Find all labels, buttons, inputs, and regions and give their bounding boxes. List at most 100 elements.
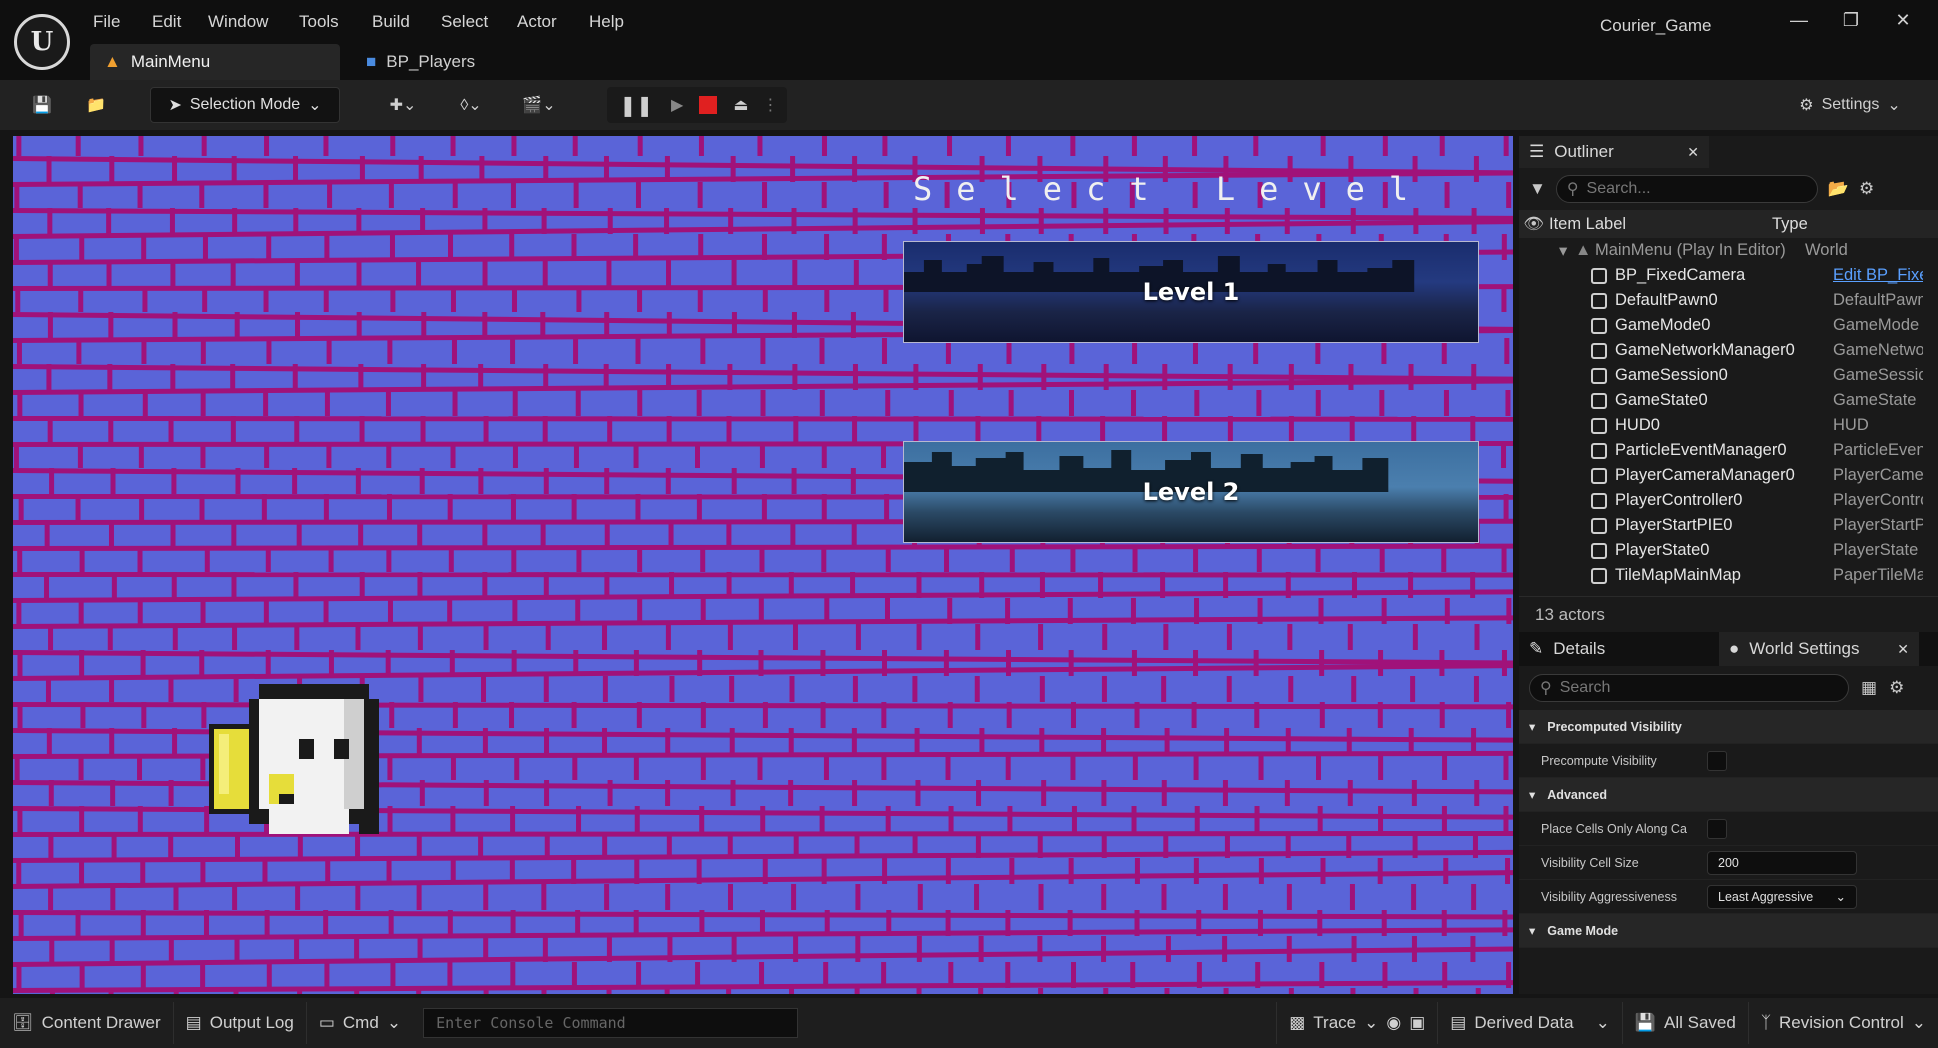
trace-label: Trace [1313, 1013, 1357, 1032]
hud-icon [1591, 417, 1607, 434]
add-actor-icon[interactable]: ✚⌄ [378, 87, 428, 123]
cinematics-icon[interactable]: 🎬⌄ [514, 87, 564, 123]
level-1-button[interactable]: Level 1 [903, 241, 1479, 343]
outliner-item[interactable]: GameMode0 GameMode [1519, 313, 1938, 338]
blueprint-menu-icon[interactable]: ◊⌄ [446, 87, 496, 123]
outliner-item[interactable]: HUD0 HUD [1519, 413, 1938, 438]
level-viewport[interactable]: Select Level Level 1 Level 2 [13, 136, 1513, 994]
add-folder-icon[interactable]: 📂 [1828, 179, 1849, 199]
details-property-row[interactable]: Place Cells Only Along Ca... [1519, 812, 1938, 846]
chevron-down-icon: ⌄ [1887, 97, 1901, 114]
content-drawer-button[interactable]: 🗄 Content Drawer [0, 1002, 174, 1044]
gear-icon[interactable]: ⚙ [1859, 179, 1874, 199]
selection-mode-dropdown[interactable]: ➤ Selection Mode ⌄ [150, 87, 340, 123]
close-icon[interactable]: ✕ [1897, 641, 1909, 658]
details-section-header[interactable]: ▾ Precomputed Visibility [1519, 710, 1938, 744]
checkbox[interactable] [1707, 818, 1727, 839]
details-search-input[interactable]: ⚲ Search [1529, 674, 1849, 702]
visibility-eye-icon[interactable]: 👁 [1519, 215, 1549, 234]
numeric-field[interactable]: 200 [1707, 850, 1857, 875]
outliner-item-label: GameNetworkManager0 [1591, 341, 1823, 360]
outliner-tab[interactable]: ☰ Outliner ✕ [1519, 136, 1709, 168]
outliner-item[interactable]: PlayerState0 PlayerState [1519, 538, 1938, 563]
details-section-header[interactable]: ▾ Advanced [1519, 778, 1938, 812]
gear-icon[interactable]: ⚙ [1889, 678, 1904, 698]
expand-arrow-icon[interactable]: ▾ [1529, 719, 1535, 734]
level-icon: ▲ [104, 52, 121, 71]
screenshot-icon[interactable]: ▣ [1409, 1013, 1425, 1033]
expand-arrow-icon[interactable]: ▾ [1559, 241, 1575, 261]
pause-icon[interactable]: ❚❚ [620, 93, 654, 118]
table-view-icon[interactable]: ▦ [1861, 678, 1877, 698]
tab-bp-players[interactable]: ■ BP_Players [352, 44, 552, 80]
outliner-item[interactable]: BP_FixedCamera Edit BP_Fixe [1519, 263, 1938, 288]
unreal-logo-icon[interactable]: U [14, 14, 70, 70]
select-dropdown[interactable]: Least Aggressive ⌄ [1707, 884, 1857, 909]
outliner-item-type: PlayerCamer [1833, 466, 1923, 484]
menu-select[interactable]: Select [441, 12, 488, 32]
tab-world-settings[interactable]: ● World Settings ✕ [1719, 632, 1919, 666]
outliner-item-type: GameNetwor [1833, 341, 1923, 359]
outliner-item-name: GameMode0 [1615, 316, 1711, 334]
menu-window[interactable]: Window [208, 12, 268, 32]
expand-arrow-icon[interactable]: ▾ [1529, 923, 1535, 938]
console-command-input[interactable]: Enter Console Command [423, 1008, 799, 1038]
menu-actor[interactable]: Actor [517, 12, 557, 32]
details-property-label: Advanced [1547, 787, 1608, 802]
restore-icon[interactable]: ❐ [1836, 10, 1866, 31]
level-2-button[interactable]: Level 2 [903, 441, 1479, 543]
settings-button[interactable]: ⚙ Settings ⌄ [1790, 87, 1910, 123]
minimize-icon[interactable]: — [1784, 10, 1814, 31]
step-icon[interactable]: ▶ [671, 95, 683, 115]
revision-control-dropdown[interactable]: ᛉ Revision Control ⌄ [1749, 1002, 1938, 1044]
tab-details[interactable]: ✎ Details [1519, 632, 1719, 666]
outliner-item[interactable]: ParticleEventManager0 ParticleEvent [1519, 438, 1938, 463]
all-saved-button[interactable]: 💾 All Saved [1623, 1002, 1749, 1044]
outliner-item[interactable]: PlayerCameraManager0 PlayerCamer [1519, 463, 1938, 488]
right-side-panel: ☰ Outliner ✕ ▼ ⚲ Search... 📂 ⚙ 👁 Item La… [1519, 136, 1938, 994]
eject-icon[interactable]: ⏏ [733, 95, 748, 115]
outliner-item[interactable]: PlayerController0 PlayerContrc [1519, 488, 1938, 513]
tab-mainmenu[interactable]: ▲ MainMenu [90, 44, 340, 80]
outliner-title: Outliner [1554, 142, 1614, 161]
close-icon[interactable]: ✕ [1687, 144, 1699, 161]
derived-data-dropdown[interactable]: ▤ Derived Data ⌄ [1438, 1002, 1623, 1044]
outliner-item-type[interactable]: Edit BP_Fixe [1823, 266, 1923, 285]
more-options-icon[interactable]: ⋮ [762, 95, 778, 115]
chevron-down-icon: ⌄ [1835, 890, 1846, 904]
column-type[interactable]: Type [1764, 215, 1808, 234]
details-section-header[interactable]: ▾ Game Mode [1519, 914, 1938, 948]
outliner-item[interactable]: DefaultPawn0 DefaultPawn [1519, 288, 1938, 313]
trace-dropdown[interactable]: ▩ Trace ⌄ ◉ ▣ [1277, 1002, 1439, 1044]
browse-content-icon[interactable]: 📁 [76, 87, 116, 123]
menu-tools[interactable]: Tools [299, 12, 339, 32]
filter-icon[interactable]: ▼ [1529, 179, 1546, 199]
cmd-dropdown[interactable]: ▭ Cmd ⌄ [307, 1002, 413, 1044]
expand-arrow-icon[interactable]: ▾ [1529, 787, 1535, 802]
output-log-button[interactable]: ▤ Output Log [174, 1002, 307, 1044]
outliner-item-name: TileMapMainMap [1615, 566, 1741, 584]
outliner-item[interactable]: PlayerStartPIE0 PlayerStartP [1519, 513, 1938, 538]
outliner-item[interactable]: GameNetworkManager0 GameNetwor [1519, 338, 1938, 363]
outliner-item-name: PlayerStartPIE0 [1615, 516, 1733, 534]
details-property-row[interactable]: Precompute Visibility [1519, 744, 1938, 778]
menu-edit[interactable]: Edit [152, 12, 181, 32]
save-icon[interactable]: 💾 [22, 87, 62, 123]
outliner-item[interactable]: TileMapMainMap PaperTileMa [1519, 563, 1938, 588]
menu-file[interactable]: File [93, 12, 120, 32]
outliner-root-row[interactable]: ▾ ▲ MainMenu (Play In Editor) World [1519, 238, 1938, 263]
menu-help[interactable]: Help [589, 12, 624, 32]
level-1-label: Level 1 [1142, 278, 1240, 306]
outliner-item[interactable]: GameSession0 GameSessio [1519, 363, 1938, 388]
outliner-item[interactable]: GameState0 GameState [1519, 388, 1938, 413]
menu-build[interactable]: Build [372, 12, 410, 32]
checkbox[interactable] [1707, 750, 1727, 771]
stop-icon[interactable] [699, 96, 718, 114]
close-window-icon[interactable]: ✕ [1888, 10, 1918, 31]
details-property-row[interactable]: Visibility Aggressiveness Least Aggressiv… [1519, 880, 1938, 914]
record-icon[interactable]: ◉ [1386, 1013, 1401, 1033]
outliner-search-input[interactable]: ⚲ Search... [1555, 175, 1818, 203]
outliner-item-label: PlayerController0 [1591, 491, 1823, 510]
details-property-row[interactable]: Visibility Cell Size 200 [1519, 846, 1938, 880]
column-item-label[interactable]: Item Label [1549, 215, 1764, 234]
